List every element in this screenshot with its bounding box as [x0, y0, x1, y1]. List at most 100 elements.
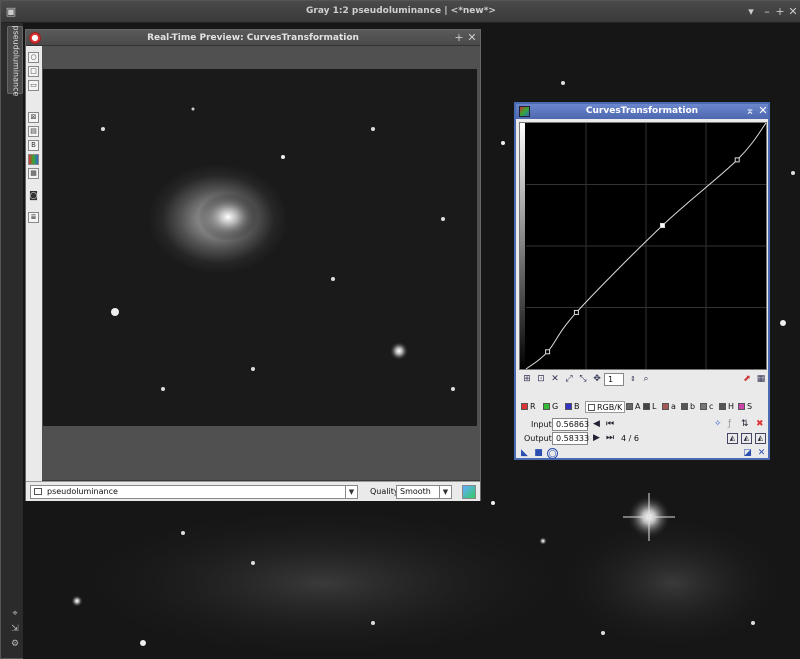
global-apply-icon[interactable]: ○ — [547, 448, 558, 459]
zoom-in-icon[interactable]: ⤢ — [563, 373, 575, 385]
curves-title: CurvesTransformation — [585, 106, 699, 116]
output-row: Output: 0.58333 ▶ ⏭ 4 / 6 ◭ ◭ ◭ — [519, 432, 767, 445]
output-label: Output: — [524, 434, 555, 443]
window-corner-tools: ⌖ ⇲ ⚙ — [9, 609, 23, 654]
layers-icon[interactable]: ≣ — [28, 212, 39, 223]
preview-starfield — [101, 107, 455, 391]
view-selector[interactable]: pseudoluminance ▼ — [30, 485, 358, 499]
view-selector-value: pseudoluminance — [47, 487, 118, 496]
shade-icon[interactable]: ▾ — [745, 6, 757, 18]
preview-titlebar[interactable]: ● Real-Time Preview: CurvesTransformatio… — [26, 30, 480, 46]
channel-c[interactable]: c — [700, 401, 713, 413]
curve-style-icon[interactable]: ⬈ — [741, 373, 753, 385]
curve-point[interactable] — [734, 157, 740, 163]
channel-r[interactable]: R — [521, 401, 536, 413]
preview-expand-icon[interactable]: + — [453, 32, 465, 44]
zoom-spinbox[interactable]: 1 — [604, 373, 624, 386]
curve-point-selected[interactable] — [659, 223, 665, 229]
reset-point-icon: ƒ — [728, 419, 732, 429]
zoom-1-icon[interactable]: ▤ — [28, 126, 39, 137]
close-icon[interactable]: ✕ — [757, 105, 769, 117]
maximize-icon[interactable]: + — [774, 6, 786, 18]
quality-select-value: Smooth — [400, 487, 431, 496]
channel-s[interactable]: S — [738, 401, 752, 413]
edit-point-icon[interactable]: ⊞ — [521, 373, 533, 385]
rgb-channel-icon[interactable] — [28, 154, 39, 165]
curves-toolbar: ⊞ ⊡ ✕ ⤢ ⤡ ✥ 1 ⇕ ⌕ ⬈ ▦ — [519, 372, 767, 388]
channel-b-lab[interactable]: b — [681, 401, 695, 413]
output-field[interactable]: 0.58333 — [552, 432, 589, 445]
quality-select[interactable]: Smooth ▼ — [396, 485, 452, 499]
view-identifier-tab[interactable]: pseudoluminance — [7, 25, 23, 97]
interp-cubic-icon[interactable]: ◭ — [741, 433, 752, 444]
channel-a-lab[interactable]: a — [662, 401, 676, 413]
channel-a[interactable]: A — [626, 401, 640, 413]
channel-g[interactable]: G — [543, 401, 558, 413]
delete-point-icon[interactable]: ✕ — [549, 373, 561, 385]
spin-arrows-icon[interactable]: ⇕ — [627, 373, 639, 385]
curve-icon[interactable] — [462, 485, 476, 499]
input-field[interactable]: 0.56863 — [552, 418, 589, 431]
track-view-icon[interactable]: ○ — [28, 52, 39, 63]
previous-point-icon[interactable]: ◀ — [593, 419, 600, 429]
channel-b-icon[interactable]: B — [28, 140, 39, 151]
grid-toggle-icon[interactable]: ▦ — [755, 373, 767, 385]
pan-icon[interactable]: ✥ — [591, 373, 603, 385]
scale-icon[interactable]: ⇲ — [9, 624, 21, 636]
chevron-down-icon: ▼ — [439, 486, 451, 498]
image-window-title: Gray 1:2 pseudoluminance | <*new*> — [306, 6, 496, 16]
close-icon[interactable]: ✕ — [787, 6, 799, 18]
documentation-icon[interactable]: ◪ — [742, 448, 753, 459]
input-label: Input: — [531, 420, 555, 429]
stf-icon[interactable]: ▦ — [28, 168, 39, 179]
delete-icon[interactable]: ✖ — [756, 419, 764, 429]
realtime-preview-window: ● Real-Time Preview: CurvesTransformatio… — [25, 29, 481, 501]
chevron-down-icon: ▼ — [345, 486, 357, 498]
zoom-fit-icon[interactable]: ⊠ — [28, 112, 39, 123]
zoom-out-icon[interactable]: ⤡ — [577, 373, 589, 385]
curves-titlebar[interactable]: CurvesTransformation ⌅ ✕ — [516, 104, 768, 119]
curve-point[interactable] — [545, 349, 551, 355]
shade-icon[interactable]: ⌅ — [744, 105, 756, 117]
apply-icon[interactable]: ■ — [533, 448, 544, 459]
channel-l[interactable]: L — [643, 401, 656, 413]
input-row: Input: 0.56863 ◀ ⏮ ✧ ƒ ⇅ ✖ — [519, 418, 767, 431]
new-instance-icon[interactable]: ◣ — [519, 448, 530, 459]
preview-bottombar: pseudoluminance ▼ Quality: Smooth ▼ — [26, 481, 480, 501]
curve-points — [545, 157, 740, 355]
preview-close-x-icon[interactable]: ✕ — [466, 32, 478, 44]
show-original-icon[interactable]: □ — [28, 66, 39, 77]
view-icon — [34, 488, 42, 495]
curves-transformation-window: CurvesTransformation ⌅ ✕ ⊞ ⊡ ✕ ⤢ ⤡ ✥ 1 ⇕… — [514, 102, 770, 460]
reset-icon[interactable]: ▭ — [28, 80, 39, 91]
channel-selector: R G B RGB/K A L a b c H S — [519, 401, 767, 413]
point-counter: 4 / 6 — [621, 434, 639, 443]
minimize-icon[interactable]: – — [761, 6, 773, 18]
interp-linear-icon[interactable]: ◭ — [755, 433, 766, 444]
next-point-icon[interactable]: ▶ — [593, 433, 600, 443]
select-point-icon[interactable]: ⊡ — [535, 373, 547, 385]
preview-title: Real-Time Preview: CurvesTransformation — [147, 33, 359, 43]
reset-process-icon[interactable]: ✕ — [756, 448, 767, 459]
preview-image[interactable] — [43, 69, 477, 426]
last-point-icon[interactable]: ⏭ — [606, 433, 614, 443]
curve-grid — [526, 123, 766, 369]
pin-icon[interactable]: ⌖ — [9, 609, 21, 621]
swap-icon[interactable]: ⇅ — [741, 419, 749, 429]
interp-akima-icon[interactable]: ◭ — [727, 433, 738, 444]
image-window-titlebar[interactable]: ▣ Gray 1:2 pseudoluminance | <*new*> ▾ –… — [1, 1, 800, 23]
first-point-icon[interactable]: ⏮ — [606, 419, 614, 429]
curve-point[interactable] — [573, 309, 579, 315]
view-identifier-label: pseudoluminance — [11, 25, 21, 97]
camera-icon[interactable]: ◙ — [28, 192, 39, 203]
preview-toolbar: ○ □ ▭ ⊠ ▤ B ▦ ◙ ≣ — [26, 46, 42, 486]
curve-graph[interactable] — [519, 122, 767, 370]
curve-graph-svg — [520, 122, 767, 370]
magnifier-icon[interactable]: ⌕ — [640, 373, 652, 385]
settings-icon[interactable]: ⚙ — [9, 639, 21, 651]
randomize-icon[interactable]: ✧ — [714, 419, 722, 429]
output-gradient-bar — [520, 123, 525, 369]
channel-h[interactable]: H — [719, 401, 734, 413]
channel-rgbk[interactable]: RGB/K — [585, 401, 626, 413]
channel-b[interactable]: B — [565, 401, 580, 413]
